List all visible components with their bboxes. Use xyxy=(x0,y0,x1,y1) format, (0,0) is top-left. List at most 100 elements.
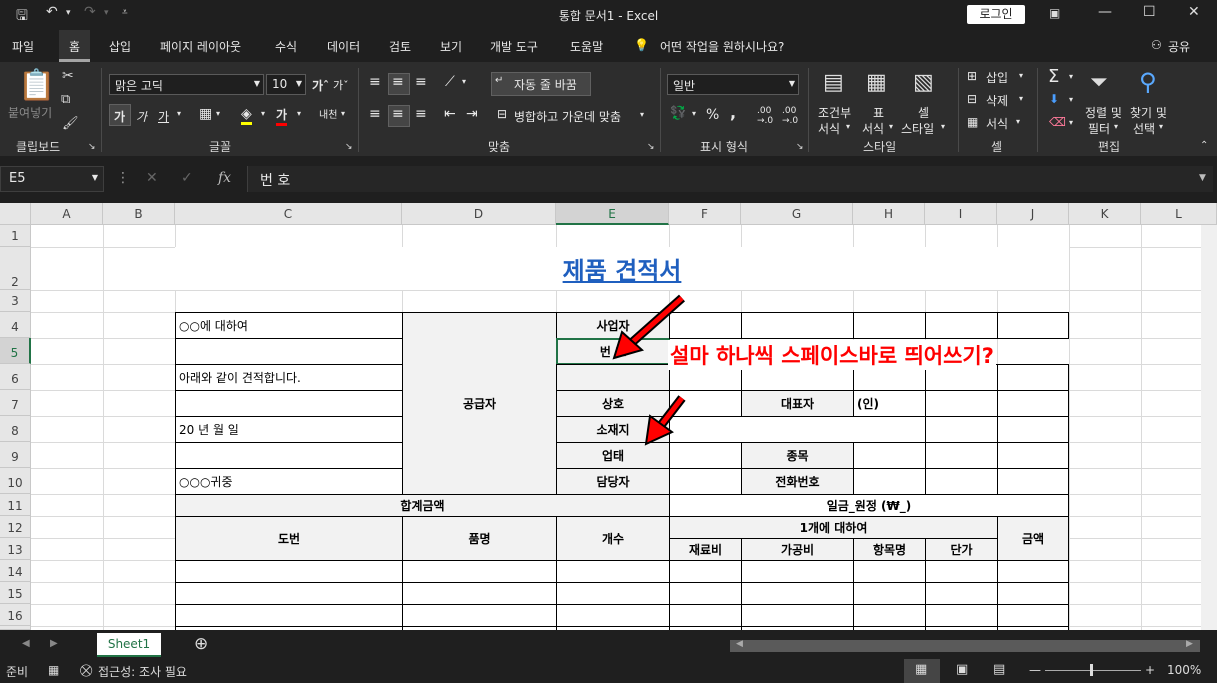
tab-page-layout[interactable]: 페이지 레이아웃 xyxy=(160,38,241,55)
font-launcher-icon[interactable]: ↘ xyxy=(345,142,353,152)
row-header-8[interactable]: 8 xyxy=(0,416,31,442)
number-format-combo[interactable]: 일반 ▼ xyxy=(667,74,799,95)
copy-icon[interactable]: ⧉ xyxy=(61,92,70,107)
sort-filter-button-line2[interactable]: 필터 xyxy=(1088,120,1110,137)
column-header-j[interactable]: J xyxy=(997,203,1069,225)
delete-cells-icon[interactable]: ⊟ xyxy=(967,92,977,106)
column-header-d[interactable]: D xyxy=(402,203,556,225)
tab-home[interactable]: 홈 xyxy=(59,30,91,62)
tab-data[interactable]: 데이터 xyxy=(327,38,360,55)
cell-header-qty[interactable]: 개수 xyxy=(556,516,670,561)
cell-header-itemname[interactable]: 항목명 xyxy=(853,538,926,561)
cell-h9[interactable] xyxy=(853,442,926,469)
clear-icon[interactable]: ⌫ xyxy=(1049,115,1066,129)
font-color-dropdown-icon[interactable]: ▾ xyxy=(297,109,301,118)
row-header-5[interactable]: 5 xyxy=(0,338,31,364)
cell-f8[interactable] xyxy=(669,416,926,443)
tab-review[interactable]: 검토 xyxy=(389,38,411,55)
format-as-table-button-line2[interactable]: 서식 xyxy=(862,120,884,137)
row-header-13[interactable]: 13 xyxy=(0,538,31,560)
cell-total-value[interactable]: 일금_원정 (₩_) xyxy=(669,494,1069,517)
cell-e10[interactable]: 담당자 xyxy=(556,468,670,495)
align-left-icon[interactable]: ≡ xyxy=(369,106,381,122)
cell-header-item[interactable]: 품명 xyxy=(402,516,557,561)
increase-indent-icon[interactable]: ⇥ xyxy=(466,106,478,122)
fill-color-icon[interactable]: ◈ xyxy=(241,106,252,125)
merge-center-button[interactable]: 병합하고 가운데 맞춤 xyxy=(514,108,621,125)
row-header-6[interactable]: 6 xyxy=(0,364,31,390)
comma-icon[interactable]: , xyxy=(730,103,736,122)
cell-i7[interactable] xyxy=(925,390,998,417)
cell-header-amount[interactable]: 금액 xyxy=(997,516,1069,561)
column-header-f[interactable]: F xyxy=(669,203,741,225)
horizontal-scrollbar[interactable] xyxy=(730,640,1200,652)
cell-j6[interactable] xyxy=(997,364,1069,391)
bold-icon[interactable]: 가 xyxy=(114,108,125,125)
increase-decimal-icon[interactable]: .00 →.0 xyxy=(757,106,773,126)
accessibility-status[interactable]: 접근성: 조사 필요 xyxy=(98,663,187,680)
zoom-level[interactable]: 100% xyxy=(1167,663,1201,677)
accounting-dropdown-icon[interactable]: ▾ xyxy=(692,109,696,118)
cell-c4[interactable]: ○○에 대하여 xyxy=(175,312,403,339)
row-header-3[interactable]: 3 xyxy=(0,290,31,312)
cell-j9[interactable] xyxy=(997,442,1069,469)
merge-center-icon[interactable]: ⊟ xyxy=(497,107,507,121)
accessibility-icon[interactable]: ⛒ xyxy=(80,663,92,678)
scroll-left-icon[interactable]: ◀ xyxy=(736,639,743,649)
cell-g10[interactable]: 전화번호 xyxy=(741,468,854,495)
row-header-1[interactable]: 1 xyxy=(0,225,31,247)
cell-c8[interactable]: 20 년 월 일 xyxy=(175,416,403,443)
enter-icon[interactable]: ✓ xyxy=(181,170,193,186)
italic-icon[interactable]: 가 xyxy=(136,108,147,125)
column-header-h[interactable]: H xyxy=(853,203,925,225)
cell-g7[interactable]: 대표자 xyxy=(741,390,854,417)
page-layout-view-icon[interactable]: ▣ xyxy=(956,662,968,677)
align-right-icon[interactable]: ≡ xyxy=(415,106,427,122)
tell-me-search[interactable]: 어떤 작업을 원하시나요? xyxy=(660,38,784,55)
conditional-format-button[interactable]: 조건부 xyxy=(818,104,851,121)
cell-c6[interactable]: 아래와 같이 견적합니다. xyxy=(175,364,403,391)
tab-formulas[interactable]: 수식 xyxy=(275,38,297,55)
cell-c5[interactable] xyxy=(175,338,403,365)
tab-file[interactable]: 파일 xyxy=(12,38,34,55)
maximize-icon[interactable]: ☐ xyxy=(1143,4,1156,20)
zoom-in-icon[interactable]: + xyxy=(1145,663,1155,677)
percent-icon[interactable]: % xyxy=(706,107,719,123)
worksheet-grid[interactable]: A B C D E F G H I J K L 1 2 3 4 5 6 7 8 … xyxy=(0,203,1217,630)
scroll-right-icon[interactable]: ▶ xyxy=(1186,639,1193,649)
cell-i9[interactable] xyxy=(925,442,998,469)
grow-font-icon[interactable]: 가ˆ xyxy=(312,77,329,94)
cancel-icon[interactable]: ✕ xyxy=(146,170,158,186)
font-size-combo[interactable]: 10 ▼ xyxy=(266,74,306,95)
column-header-l[interactable]: L xyxy=(1141,203,1217,225)
fill-icon[interactable]: ⬇ xyxy=(1049,92,1059,106)
column-header-i[interactable]: I xyxy=(925,203,997,225)
close-icon[interactable]: ✕ xyxy=(1188,4,1200,20)
formula-input[interactable]: 번 호 xyxy=(247,166,1213,192)
cell-c10[interactable]: ○○○귀중 xyxy=(175,468,403,495)
row-header-16[interactable]: 16 xyxy=(0,604,31,626)
autosum-icon[interactable]: Σ xyxy=(1048,66,1059,87)
insert-cells-icon[interactable]: ⊞ xyxy=(967,69,977,83)
format-as-table-dropdown-icon[interactable]: ▾ xyxy=(889,122,893,131)
clear-dropdown-icon[interactable]: ▾ xyxy=(1069,118,1073,127)
phonetic-dropdown-icon[interactable]: ▾ xyxy=(341,109,345,118)
cell-styles-button-line2[interactable]: 스타일 xyxy=(901,120,934,137)
conditional-format-dropdown-icon[interactable]: ▾ xyxy=(846,122,850,131)
row-header-17[interactable] xyxy=(0,626,31,630)
insert-cells-button[interactable]: 삽입 xyxy=(986,69,1008,86)
phonetic-icon[interactable]: 내천 xyxy=(319,106,337,121)
cell-j4[interactable] xyxy=(997,312,1069,339)
format-cells-dropdown-icon[interactable]: ▾ xyxy=(1016,117,1020,126)
font-name-combo[interactable]: 맑은 고딕 ▼ xyxy=(109,74,264,95)
vertical-scrollbar[interactable] xyxy=(1201,225,1217,630)
column-header-b[interactable]: B xyxy=(103,203,175,225)
cell-header-drawing[interactable]: 도번 xyxy=(175,516,403,561)
row-header-11[interactable]: 11 xyxy=(0,494,31,516)
expand-formula-icon[interactable]: ▼ xyxy=(1199,173,1206,183)
cell-header-unit-price[interactable]: 단가 xyxy=(925,538,998,561)
cell-h4[interactable] xyxy=(853,312,926,339)
collapse-ribbon-icon[interactable]: ⌃ xyxy=(1200,140,1208,151)
column-header-e[interactable]: E xyxy=(556,203,669,225)
shrink-font-icon[interactable]: 가ˇ xyxy=(333,77,349,93)
